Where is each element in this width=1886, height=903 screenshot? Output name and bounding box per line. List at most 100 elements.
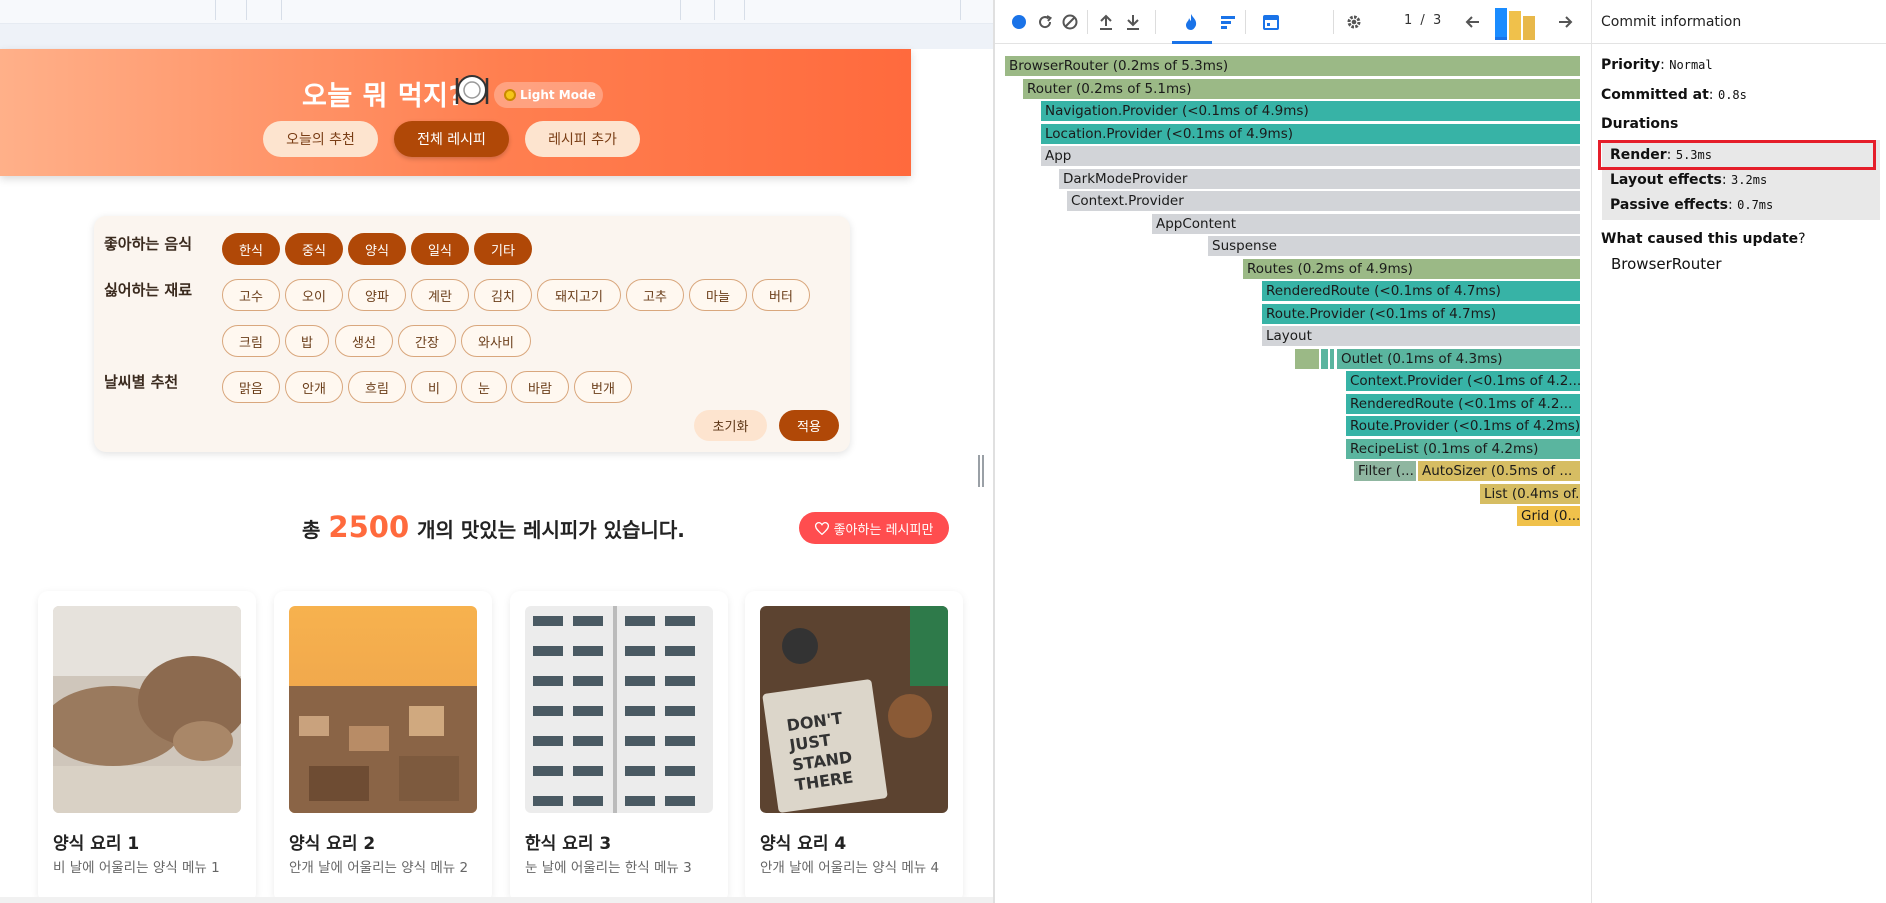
chip-favorite[interactable]: 한식 (222, 233, 280, 265)
recipe-card[interactable]: 양식 요리 1 비 날에 어울리는 양식 메뉴 1 (38, 591, 256, 903)
fiber-bar[interactable]: RenderedRoute (<0.1ms of 4.2... (1346, 393, 1580, 414)
commit-bar[interactable] (1509, 11, 1521, 40)
cause-label: What caused this update (1601, 231, 1799, 247)
chip-weather[interactable]: 눈 (461, 371, 507, 403)
clear-icon[interactable] (1059, 11, 1081, 33)
chip-dislike[interactable]: 고추 (626, 279, 684, 311)
site-title: 오늘 뭐 먹지? (302, 81, 465, 112)
fiber-bar[interactable]: App (1041, 146, 1580, 166)
chip-weather[interactable]: 흐림 (348, 371, 406, 403)
fiber-bar[interactable]: Location.Provider (<0.1ms of 4.9ms) (1041, 123, 1580, 144)
chip-dislike[interactable]: 오이 (285, 279, 343, 311)
chip-dislike[interactable]: 마늘 (689, 279, 747, 311)
cause-value[interactable]: BrowserRouter (1611, 255, 1722, 273)
browser-top-strip (0, 0, 993, 24)
chip-dislike[interactable]: 버터 (752, 279, 810, 311)
chip-favorite[interactable]: 중식 (285, 233, 343, 265)
flamegraph-icon[interactable] (1180, 11, 1202, 33)
commit-bar[interactable] (1523, 16, 1535, 40)
fiber-bar[interactable]: RenderedRoute (<0.1ms of 4.7ms) (1262, 281, 1580, 301)
theme-toggle-button[interactable]: Light Mode (494, 82, 603, 108)
cause-heading: What caused this update? (1601, 231, 1806, 247)
chip-dislike[interactable]: 간장 (398, 325, 456, 357)
fiber-bar-sliver[interactable] (1295, 348, 1319, 369)
fiber-bar[interactable]: Routes (0.2ms of 4.9ms) (1243, 258, 1580, 279)
ranked-icon[interactable] (1217, 11, 1239, 33)
commit-total: 3 (1432, 13, 1442, 28)
horizontal-scrollbar[interactable] (0, 897, 993, 903)
chip-weather[interactable]: 안개 (285, 371, 343, 403)
fiber-bar[interactable]: AutoSizer (0.5ms of ... (1418, 461, 1580, 481)
recipe-card-title: 양식 요리 1 (53, 834, 140, 854)
render-highlight-box (1598, 140, 1876, 170)
chip-weather[interactable]: 비 (411, 371, 457, 403)
fiber-bar[interactable]: Navigation.Provider (<0.1ms of 4.9ms) (1041, 101, 1580, 121)
committed-label: Committed at (1601, 87, 1709, 103)
splitter-grip-handle[interactable] (978, 455, 984, 487)
fiber-bar[interactable]: Router (0.2ms of 5.1ms) (1023, 78, 1580, 99)
fiber-bar[interactable]: List (0.4ms of... (1480, 483, 1580, 504)
fiber-bar-sliver[interactable] (1330, 348, 1334, 369)
fiber-bar[interactable]: Route.Provider (<0.1ms of 4.2ms) (1346, 416, 1580, 436)
fiber-bar[interactable]: Route.Provider (<0.1ms of 4.7ms) (1262, 303, 1580, 324)
apply-button[interactable]: 적용 (779, 410, 839, 441)
walrus-photo (53, 606, 241, 813)
favorites-only-button[interactable]: 좋아하는 레시피만 (799, 512, 949, 544)
chip-dislike[interactable]: 크림 (222, 325, 280, 357)
commit-bar[interactable] (1495, 8, 1507, 40)
chip-dislike[interactable]: 생선 (335, 325, 393, 357)
fiber-bar[interactable]: BrowserRouter (0.2ms of 5.3ms) (1005, 56, 1580, 76)
count-prefix: 총 (302, 518, 321, 542)
next-commit-icon[interactable] (1554, 11, 1576, 33)
chip-dislike[interactable]: 돼지고기 (537, 279, 621, 311)
reload-icon[interactable] (1034, 11, 1056, 33)
download-icon[interactable] (1122, 11, 1144, 33)
recipe-card-title: 양식 요리 4 (760, 834, 847, 854)
fiber-bar[interactable]: Context.Provider (<0.1ms of 4.2... (1346, 371, 1580, 391)
fiber-bar[interactable]: Context.Provider (1067, 191, 1580, 211)
profiler-toolbar: 1 / 3 (995, 0, 1591, 44)
chip-dislike[interactable]: 계란 (411, 279, 469, 311)
chip-dislike[interactable]: 김치 (474, 279, 532, 311)
fiber-bar[interactable]: Outlet (0.1ms of 4.3ms) (1337, 348, 1580, 369)
recipe-card[interactable]: 양식 요리 2 안개 날에 어울리는 양식 메뉴 2 (274, 591, 492, 903)
fiber-bar[interactable]: Grid (0.... (1517, 506, 1580, 526)
chip-weather[interactable]: 번개 (574, 371, 632, 403)
plate-icon (454, 72, 490, 108)
settings-icon[interactable] (1343, 11, 1365, 33)
nav-all-recipes-button[interactable]: 전체 레시피 (394, 121, 509, 157)
chip-weather[interactable]: 바람 (511, 371, 569, 403)
fiber-bar[interactable]: Layout (1262, 326, 1580, 346)
chip-dislike[interactable]: 양파 (348, 279, 406, 311)
nav-today-button[interactable]: 오늘의 추천 (263, 121, 378, 157)
theme-toggle-label: Light Mode (520, 88, 596, 102)
commit-separator: / (1420, 13, 1425, 28)
layout-effects-label: Layout effects (1610, 172, 1722, 188)
fiber-bar[interactable]: Suspense (1208, 236, 1580, 256)
recipe-card-desc: 비 날에 어울리는 양식 메뉴 1 (53, 860, 220, 876)
fiber-bar-sliver[interactable] (1321, 348, 1328, 369)
chip-favorite[interactable]: 양식 (348, 233, 406, 265)
fiber-bar[interactable]: Filter (... (1354, 461, 1416, 481)
reset-button[interactable]: 초기화 (694, 410, 767, 441)
recipe-card[interactable]: DON'T JUST STAND THERE 양식 요리 4 안개 날에 어울리… (745, 591, 963, 903)
timeline-icon[interactable] (1260, 11, 1282, 33)
record-icon[interactable] (1008, 11, 1030, 33)
upload-icon[interactable] (1095, 11, 1117, 33)
chip-dislike[interactable]: 와사비 (461, 325, 531, 357)
fiber-bar[interactable]: DarkModeProvider (1059, 168, 1580, 189)
chip-dislike[interactable]: 고수 (222, 279, 280, 311)
fiber-bar[interactable]: AppContent (1152, 213, 1580, 234)
prev-commit-icon[interactable] (1462, 11, 1484, 33)
chip-favorite[interactable]: 일식 (411, 233, 469, 265)
recipe-card-desc: 안개 날에 어울리는 양식 메뉴 4 (760, 860, 940, 876)
chip-dislike[interactable]: 밥 (285, 325, 329, 357)
flamegraph-chart: BrowserRouter (0.2ms of 5.3ms) Router (0… (1005, 56, 1582, 536)
react-devtools-profiler: 1 / 3 BrowserRouter (0.2ms of 5.3ms) Rou… (995, 0, 1886, 903)
chip-favorite[interactable]: 기타 (474, 233, 532, 265)
recipe-card[interactable]: 한식 요리 3 눈 날에 어울리는 한식 메뉴 3 (510, 591, 728, 903)
fiber-bar[interactable]: RecipeList (0.1ms of 4.2ms) (1346, 438, 1580, 459)
chip-weather[interactable]: 맑음 (222, 371, 280, 403)
nav-add-recipe-button[interactable]: 레시피 추가 (525, 121, 640, 157)
page-gap (0, 24, 993, 49)
